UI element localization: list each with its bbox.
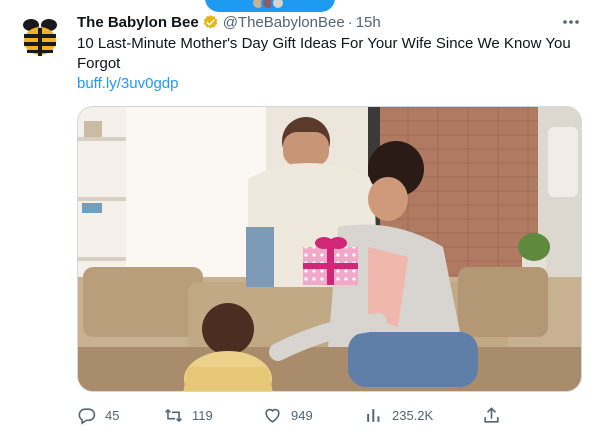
views-button[interactable]: 235.2K [364, 403, 433, 427]
tweet-header: The Babylon Bee @TheBabylonBee · 15h [77, 12, 582, 32]
more-dots-icon[interactable] [560, 12, 582, 32]
reply-button[interactable]: 45 [77, 403, 119, 427]
tweet-text: 10 Last-Minute Mother's Day Gift Ideas F… [77, 35, 571, 72]
new-tweets-pill[interactable] [205, 0, 335, 12]
views-count: 235.2K [392, 407, 434, 423]
tweet-actions-bar: 45 119 949 235.2K [77, 403, 507, 427]
tweet-media-image[interactable] [77, 106, 582, 392]
author-name[interactable]: The Babylon Bee [77, 14, 199, 31]
retweet-icon [164, 406, 183, 425]
reply-icon [77, 406, 96, 425]
share-icon [482, 406, 501, 425]
separator-dot: · [347, 13, 353, 31]
tweet-link[interactable]: buff.ly/3uv0gdp [77, 74, 178, 94]
reply-count: 45 [105, 407, 120, 423]
bee-logo-icon[interactable] [16, 12, 64, 60]
pill-avatar [271, 0, 285, 10]
verified-badge-icon[interactable] [202, 14, 219, 31]
retweet-button[interactable]: 119 [164, 403, 213, 427]
tweet-timestamp[interactable]: 15h [356, 14, 381, 31]
share-button[interactable] [482, 403, 510, 427]
like-button[interactable]: 949 [263, 403, 313, 427]
views-chart-icon [364, 406, 383, 425]
like-count: 949 [291, 407, 313, 423]
author-handle[interactable]: @TheBabylonBee [223, 14, 345, 31]
heart-icon [263, 406, 282, 425]
retweet-count: 119 [192, 407, 213, 423]
